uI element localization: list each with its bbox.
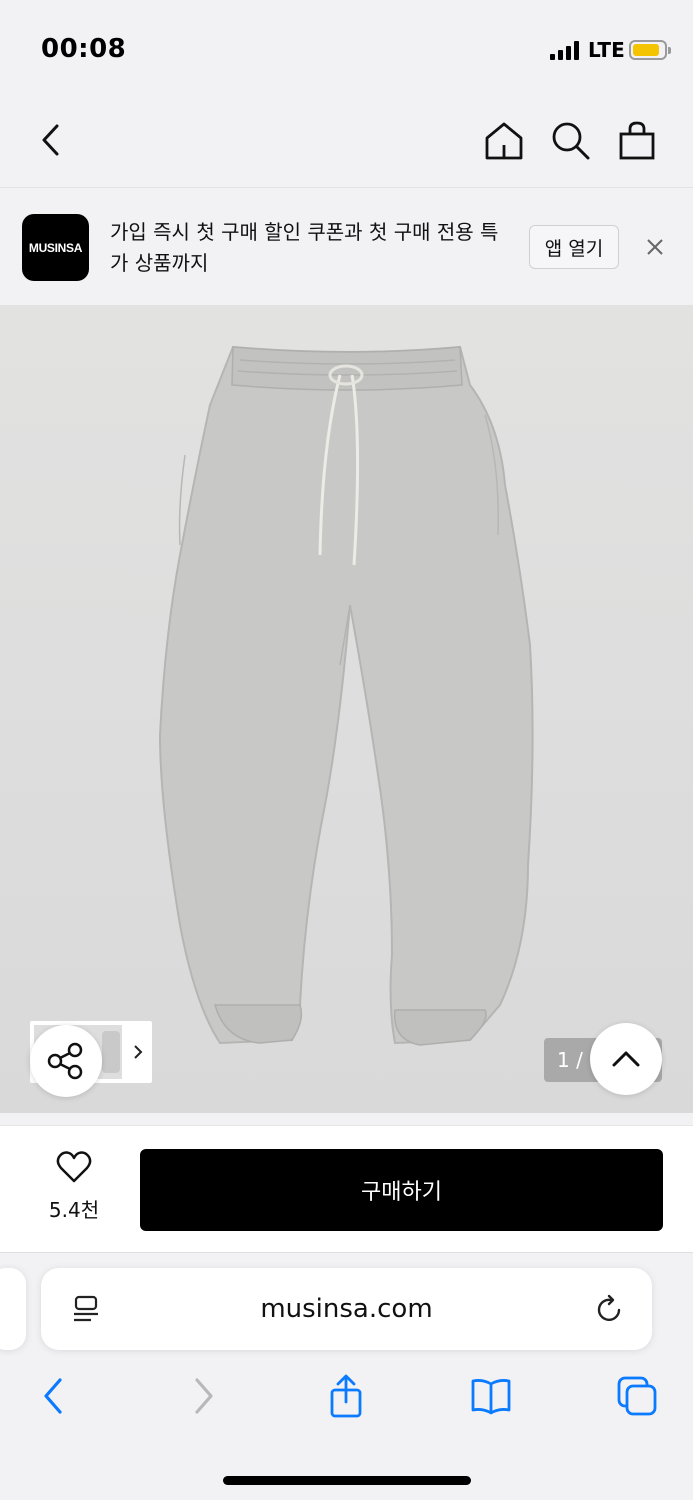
musinsa-logo: MUSINSA bbox=[22, 214, 89, 281]
address-bar[interactable]: musinsa.com bbox=[41, 1268, 652, 1350]
signal-icon bbox=[550, 40, 582, 60]
buy-button[interactable]: 구매하기 bbox=[140, 1149, 663, 1231]
purchase-bar: 5.4천 구매하기 bbox=[0, 1125, 693, 1253]
share-icon bbox=[47, 1042, 83, 1080]
chevron-up-icon bbox=[612, 1051, 640, 1067]
like-count: 5.4천 bbox=[48, 1198, 100, 1222]
url-text[interactable]: musinsa.com bbox=[41, 1268, 652, 1350]
clock: 00:08 bbox=[41, 34, 127, 64]
status-bar: 00:08 LTE bbox=[0, 0, 693, 96]
product-image-carousel[interactable]: 1 / bbox=[0, 305, 693, 1113]
like-button[interactable]: 5.4천 bbox=[30, 1148, 118, 1228]
app-promo-banner: MUSINSA 가입 즉시 첫 구매 할인 쿠폰과 첫 구매 전용 특가 상품까… bbox=[0, 189, 693, 305]
close-icon[interactable] bbox=[643, 235, 667, 259]
tabs-icon[interactable] bbox=[615, 1374, 659, 1418]
reader-icon[interactable] bbox=[71, 1293, 103, 1325]
share-sheet-icon[interactable] bbox=[324, 1374, 368, 1418]
bookmarks-icon[interactable] bbox=[469, 1374, 513, 1418]
open-app-button[interactable]: 앱 열기 bbox=[529, 225, 619, 269]
product-photo bbox=[158, 345, 534, 1046]
reload-icon[interactable] bbox=[594, 1293, 626, 1325]
battery-icon bbox=[629, 40, 671, 60]
previous-tab-preview[interactable] bbox=[0, 1268, 26, 1350]
promo-message: 가입 즉시 첫 구매 할인 쿠폰과 첫 구매 전용 특가 상품까지 bbox=[110, 220, 499, 275]
safari-back-icon[interactable] bbox=[32, 1374, 76, 1418]
home-indicator bbox=[223, 1476, 471, 1485]
safari-forward-icon[interactable] bbox=[181, 1374, 225, 1418]
network-label: LTE bbox=[588, 38, 625, 62]
browser-toolbar: musinsa.com bbox=[0, 1254, 693, 1500]
bag-icon[interactable] bbox=[615, 118, 659, 162]
back-icon[interactable] bbox=[30, 118, 74, 162]
share-button[interactable] bbox=[30, 1025, 102, 1097]
search-icon[interactable] bbox=[548, 118, 592, 162]
home-icon[interactable] bbox=[482, 118, 526, 162]
scroll-to-top-button[interactable] bbox=[590, 1023, 662, 1095]
heart-icon bbox=[56, 1151, 92, 1183]
